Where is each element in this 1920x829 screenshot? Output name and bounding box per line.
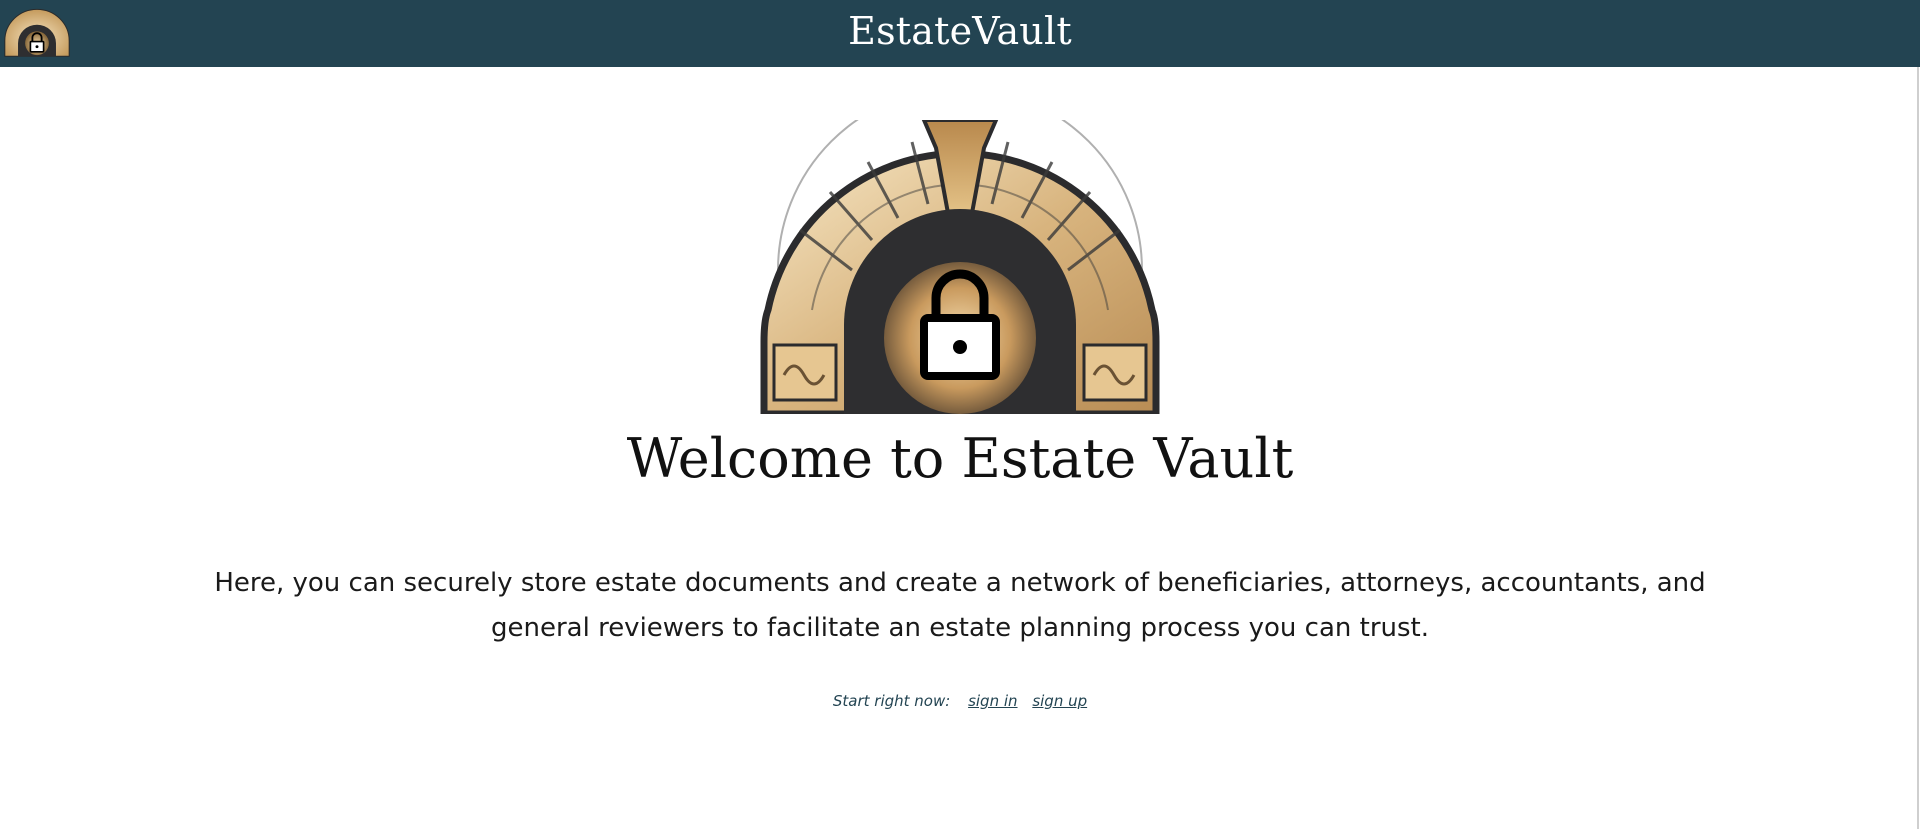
top-bar: EstateVault (0, 0, 1920, 67)
sign-up-link[interactable]: sign up (1032, 692, 1087, 710)
vault-arch-lock-icon (760, 120, 1160, 414)
page: EstateVault Welcome to Estate Vault Here… (0, 0, 1920, 829)
cta-row: Start right now: sign in sign up (0, 692, 1920, 710)
cta-label: Start right now: (832, 692, 951, 710)
welcome-heading: Welcome to Estate Vault (626, 427, 1294, 490)
sign-in-link[interactable]: sign in (968, 692, 1017, 710)
app-title: EstateVault (848, 9, 1072, 53)
intro-description: Here, you can securely store estate docu… (214, 568, 1706, 643)
